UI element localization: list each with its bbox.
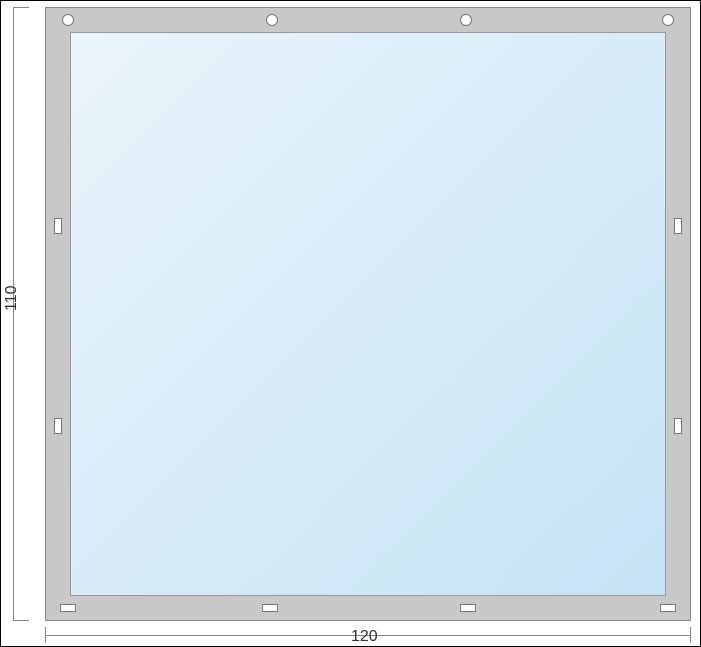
glass-pane bbox=[70, 32, 666, 596]
mount-slot-bottom-1 bbox=[60, 604, 76, 612]
mount-slot-bottom-2 bbox=[262, 604, 278, 612]
dimension-width-label: 120 bbox=[351, 628, 378, 646]
mount-hole-top-1 bbox=[62, 14, 74, 26]
dimension-height-label: 110 bbox=[3, 285, 21, 311]
mount-slot-left-2 bbox=[54, 418, 62, 434]
mount-hole-top-3 bbox=[460, 14, 472, 26]
mount-slot-bottom-4 bbox=[660, 604, 676, 612]
mount-slot-left-1 bbox=[54, 218, 62, 234]
mount-hole-top-4 bbox=[662, 14, 674, 26]
drawing-canvas: 110 120 bbox=[1, 1, 700, 646]
mount-slot-right-2 bbox=[674, 418, 682, 434]
mount-hole-top-2 bbox=[266, 14, 278, 26]
dimension-line-vertical bbox=[13, 7, 14, 621]
window-frame bbox=[45, 7, 691, 621]
mount-slot-right-1 bbox=[674, 218, 682, 234]
mount-slot-bottom-3 bbox=[460, 604, 476, 612]
